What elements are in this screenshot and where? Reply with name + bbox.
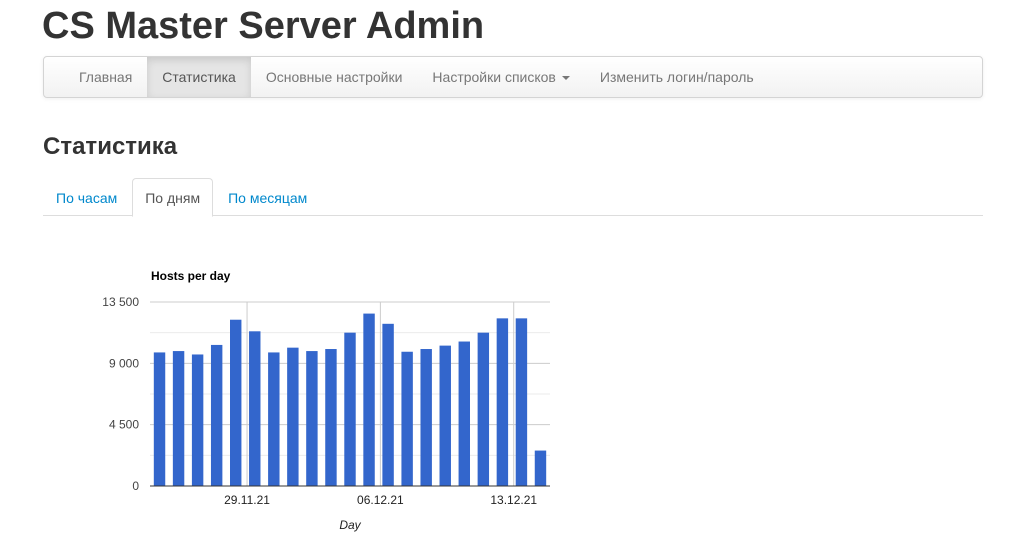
bar	[363, 313, 375, 486]
nav-item-statistics[interactable]: Статистика	[147, 57, 251, 97]
bar	[306, 351, 318, 486]
y-tick-label: 0	[132, 479, 139, 493]
main-navbar: Главная Статистика Основные настройки На…	[43, 56, 983, 98]
page-title: Статистика	[43, 133, 178, 160]
bar	[515, 318, 528, 486]
chart-svg: Hosts per day 0 4 500 9 000 13 500 29.11.21 06…	[102, 269, 550, 532]
bar	[325, 349, 337, 486]
x-tick-label: 06.12.21	[357, 493, 404, 507]
bar	[230, 319, 242, 486]
nav-item-main-settings[interactable]: Основные настройки	[251, 57, 418, 97]
bar	[191, 354, 204, 486]
bar	[439, 345, 451, 486]
app-title: CS Master Server Admin	[42, 5, 485, 47]
bar	[401, 351, 413, 486]
bar	[534, 450, 547, 486]
tab-by-hours[interactable]: По часам	[43, 178, 130, 216]
y-tick-label: 13 500	[102, 295, 139, 309]
nav-item-home[interactable]: Главная	[64, 57, 147, 97]
y-tick-label: 4 500	[109, 418, 139, 432]
bar	[287, 347, 299, 486]
bar	[382, 323, 394, 486]
bar	[496, 318, 509, 486]
bar	[420, 349, 432, 486]
nav-item-change-credentials[interactable]: Изменить логин/пароль	[585, 57, 769, 97]
y-tick-label: 9 000	[109, 356, 139, 370]
bar	[477, 332, 490, 486]
bar	[344, 332, 356, 486]
x-tick-label: 13.12.21	[490, 493, 537, 507]
bar	[172, 351, 185, 486]
bar	[210, 344, 223, 486]
x-axis-label: Day	[339, 518, 361, 532]
period-tabs: По часам По дням По месяцам	[43, 178, 983, 217]
bar	[458, 341, 470, 486]
caret-down-icon	[561, 76, 570, 81]
bar	[249, 331, 261, 486]
x-tick-label: 29.11.21	[224, 493, 270, 507]
tab-by-months[interactable]: По месяцам	[215, 178, 320, 216]
nav-item-list-settings-label: Настройки списков	[432, 69, 556, 85]
nav-item-list-settings[interactable]: Настройки списков	[417, 57, 584, 97]
chart-title: Hosts per day	[151, 269, 231, 283]
hosts-per-day-chart: Hosts per day 0 4 500 9 000 13 500 29.11.21 06…	[0, 240, 600, 557]
tab-by-days[interactable]: По дням	[132, 178, 214, 217]
bar	[153, 352, 166, 486]
bar	[268, 352, 280, 486]
